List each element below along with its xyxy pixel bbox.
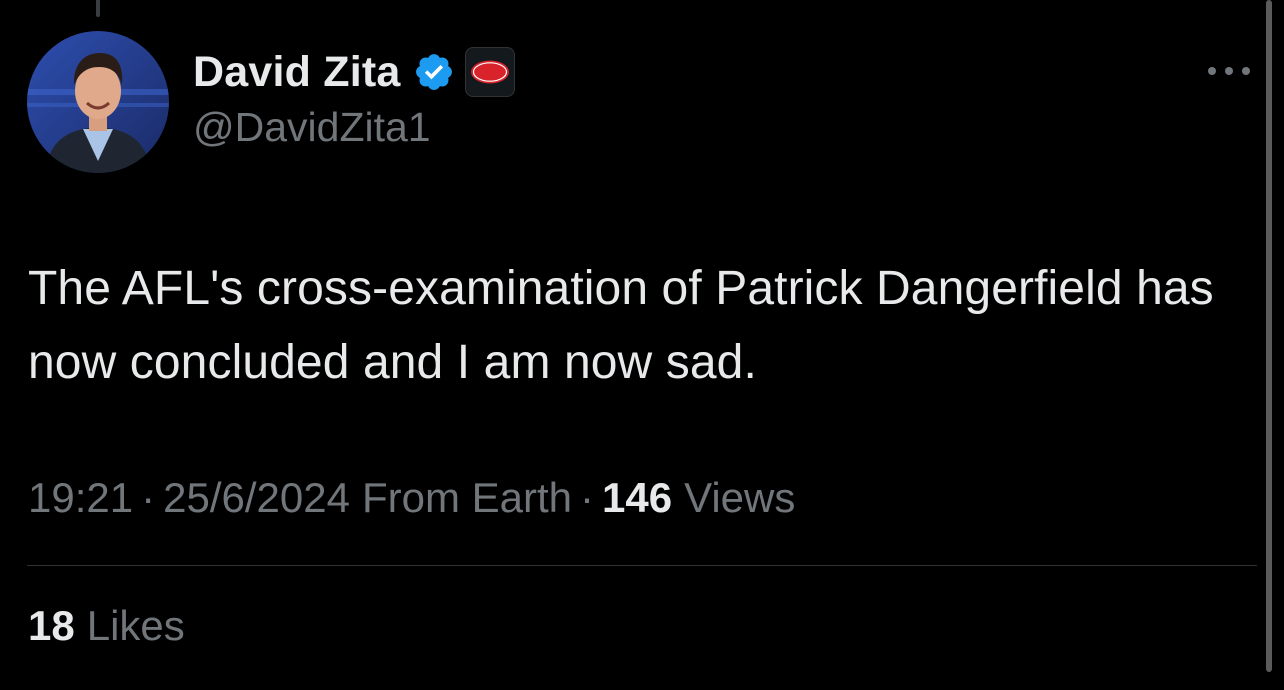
likes-count[interactable]: 18 <box>28 602 87 650</box>
author-display-name[interactable]: David Zita <box>193 48 401 97</box>
more-options-icon[interactable] <box>1204 58 1254 84</box>
scrollbar[interactable] <box>1266 0 1272 672</box>
divider <box>27 565 1257 566</box>
views-count[interactable]: 146 <box>602 474 684 522</box>
views-label: Views <box>684 474 796 521</box>
avatar-image <box>27 31 169 173</box>
tweet-meta-row: 19:21 · 25/6/2024 From Earth · 146 Views <box>28 474 795 522</box>
tweet-date[interactable]: 25/6/2024 <box>163 474 350 522</box>
fox-sports-logo-icon <box>470 60 509 84</box>
avatar[interactable] <box>27 31 169 173</box>
likes-label[interactable]: Likes <box>87 602 185 650</box>
tweet-time[interactable]: 19:21 <box>28 474 133 522</box>
author-name-row: David Zita <box>193 44 515 100</box>
likes-row[interactable]: 18 Likes <box>28 602 185 650</box>
fox-sports-affiliate-badge[interactable] <box>464 47 515 97</box>
tweet-source: From Earth <box>361 474 573 521</box>
thread-connector-line <box>96 0 100 17</box>
meta-separator: · <box>141 474 156 521</box>
meta-separator-2: · <box>580 474 595 521</box>
author-handle[interactable]: @DavidZita1 <box>193 104 431 151</box>
tweet-text: The AFL's cross-examination of Patrick D… <box>28 262 1214 389</box>
verified-badge-icon[interactable] <box>413 51 455 93</box>
